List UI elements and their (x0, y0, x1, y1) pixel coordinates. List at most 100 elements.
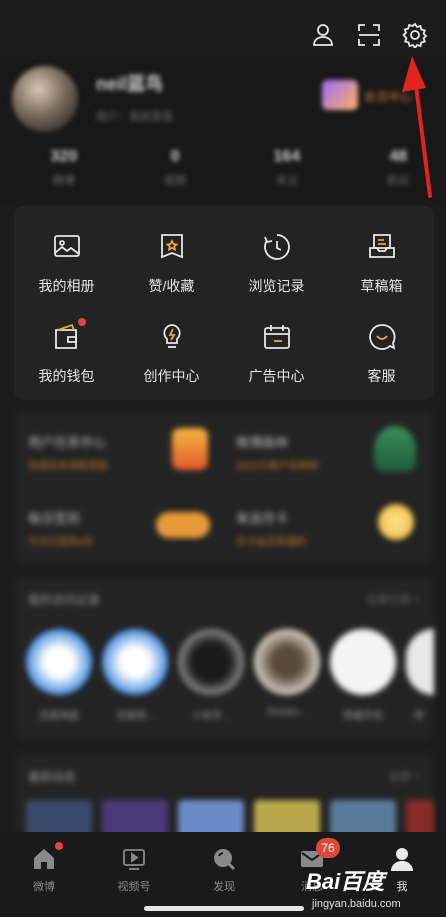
service-title: 来送月卡 (236, 511, 289, 526)
tool-label: 我的钱包 (38, 368, 95, 384)
vip-label: 会员中心 (364, 90, 413, 104)
wallet-icon (52, 322, 82, 352)
search-icon (211, 846, 237, 872)
recent-visits-card: 我的访问记录 全部记录 > 百度网盘 百度网... 小米手... Rookie.… (14, 575, 434, 740)
tools-grid: 我的相册 赞/收藏 浏览记录 草稿箱 我的钱包 创作中心 广告中心 客服 (14, 206, 434, 400)
stat-number: 164 (273, 148, 301, 165)
service-title: 每日签到 (28, 511, 81, 526)
section-more-link[interactable]: 全部记录 > (367, 591, 420, 607)
recent-label: 荣 (414, 711, 424, 722)
section-title: 最新动态 (28, 770, 77, 784)
scan-icon[interactable] (356, 22, 382, 48)
watermark-logo: Bai百度 (306, 869, 385, 894)
home-indicator[interactable] (144, 906, 304, 911)
recent-label: 荣耀手机 (343, 711, 383, 722)
stat-followers[interactable]: 48 粉丝 (351, 148, 446, 188)
service-title: 用户任务中心 (28, 435, 107, 450)
top-bar (0, 0, 446, 62)
top-icons (310, 22, 428, 50)
service-monthly-card[interactable]: 来送月卡 月卡会员享福利 (236, 508, 306, 548)
service-subtitle: 月卡会员享福利 (236, 537, 306, 548)
stat-posts[interactable]: 320 微博 (16, 148, 112, 188)
tab-discover[interactable]: 发现 (194, 846, 254, 894)
username: neil蓝鸟 (96, 74, 164, 94)
drafts-tray-icon (367, 232, 397, 262)
tool-wallet[interactable]: 我的钱包 (14, 322, 119, 386)
stat-label: 关注 (275, 175, 298, 187)
recent-avatar[interactable] (254, 629, 320, 695)
recent-avatar[interactable] (406, 629, 434, 695)
photo-album-icon (52, 232, 82, 262)
vip-center[interactable]: 会员中心 (322, 80, 422, 110)
tool-history[interactable]: 浏览记录 (224, 232, 329, 296)
stat-following[interactable]: 164 关注 (239, 148, 335, 188)
tool-label: 草稿箱 (360, 278, 403, 294)
profile-header[interactable]: neil蓝鸟 简介：我就是我 会员中心 320 微博 0 视频 164 关注 4… (0, 58, 446, 203)
watermark-url: jingyan.baidu.com (312, 898, 401, 910)
service-task-center[interactable]: 用户任务中心 完成任务领取奖励 (28, 432, 108, 472)
stat-videos[interactable]: 0 视频 (128, 148, 224, 188)
smile-chat-icon (367, 322, 397, 352)
stat-label: 粉丝 (387, 175, 410, 187)
tool-ad-center[interactable]: 广告中心 (224, 322, 329, 386)
recent-avatar[interactable] (178, 629, 244, 695)
section-more-link[interactable]: 全部 > (389, 768, 420, 784)
tool-label: 我的相册 (38, 278, 95, 294)
tool-drafts[interactable]: 草稿箱 (329, 232, 434, 296)
tool-customer-service[interactable]: 客服 (329, 322, 434, 386)
tab-video[interactable]: 视频号 (104, 846, 164, 894)
calendar-ad-icon (262, 322, 292, 352)
wallet-notification-dot (78, 318, 86, 326)
recent-avatar[interactable] (102, 629, 168, 695)
lightbulb-icon (157, 322, 187, 352)
tool-likes-favorites[interactable]: 赞/收藏 (119, 232, 224, 296)
stat-label: 微博 (52, 175, 75, 187)
stat-number: 0 (170, 148, 180, 165)
task-center-icon (172, 428, 208, 470)
service-checkin[interactable]: 每日签到 今日已签到4天 (28, 508, 94, 548)
tool-label: 广告中心 (248, 368, 305, 384)
tab-label: 发现 (213, 881, 235, 893)
recent-avatar[interactable] (26, 629, 92, 695)
watermark: Bai百度 jingyan.baidu.com (296, 862, 446, 917)
service-subtitle: 今日已签到4天 (28, 537, 94, 548)
tool-label: 客服 (367, 368, 396, 384)
home-icon (31, 846, 57, 872)
checkin-button[interactable] (156, 512, 210, 538)
stat-label: 视频 (164, 175, 187, 187)
vip-badge-icon (322, 80, 358, 110)
profile-stats: 320 微博 0 视频 164 关注 48 粉丝 (0, 148, 446, 188)
service-title: 微博森林 (236, 435, 289, 450)
settings-gear-icon[interactable] (402, 22, 428, 50)
services-card: 用户任务中心 完成任务领取奖励 微博森林 2022只用户在种树 每日签到 今日已… (14, 410, 434, 565)
bio-text: 简介：我就是我 (96, 111, 173, 123)
recent-label: 百度网... (115, 711, 155, 722)
video-icon (121, 846, 147, 872)
tool-photo-album[interactable]: 我的相册 (14, 232, 119, 296)
stat-number: 320 (50, 148, 78, 165)
recent-avatar[interactable] (330, 629, 396, 695)
message-count-badge: 76 (316, 838, 340, 858)
tool-label: 创作中心 (143, 368, 200, 384)
tool-creator-center[interactable]: 创作中心 (119, 322, 224, 386)
service-subtitle: 完成任务领取奖励 (28, 461, 108, 472)
avatar[interactable] (12, 66, 78, 132)
home-notification-dot (55, 842, 63, 850)
tab-label: 微博 (33, 881, 55, 893)
section-title: 我的访问记录 (28, 593, 101, 607)
service-subtitle: 2022只用户在种树 (236, 461, 319, 472)
tab-home[interactable]: 微博 (14, 846, 74, 894)
latest-card: 最新动态 全部 > (14, 752, 434, 840)
recent-label: 百度网盘 (39, 711, 79, 722)
stat-number: 48 (389, 148, 408, 165)
tab-label: 视频号 (117, 881, 151, 893)
bookmark-star-icon (157, 232, 187, 262)
add-friend-icon[interactable] (310, 22, 336, 48)
tool-label: 浏览记录 (248, 278, 305, 294)
monthly-card-icon (378, 504, 414, 540)
tool-label: 赞/收藏 (148, 278, 195, 294)
service-forest[interactable]: 微博森林 2022只用户在种树 (236, 432, 318, 472)
recent-label: 小米手... (191, 711, 231, 722)
forest-tree-icon (374, 426, 416, 472)
recent-label: Rookie... (267, 707, 307, 718)
